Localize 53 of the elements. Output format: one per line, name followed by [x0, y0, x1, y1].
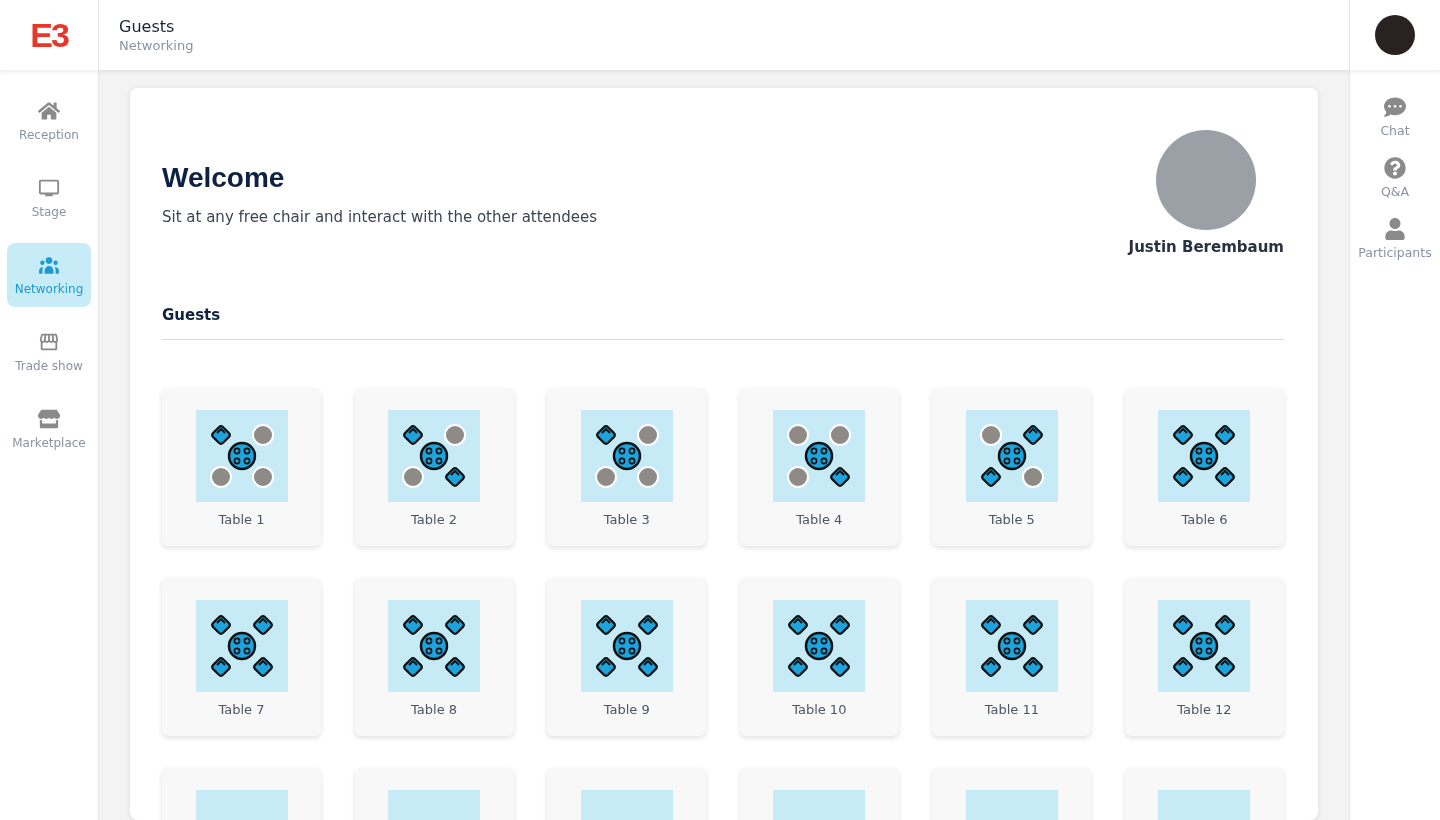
section-heading: Guests — [162, 306, 1284, 340]
page-subtitle: Networking — [119, 38, 195, 53]
table-card[interactable]: Table 5 — [932, 388, 1092, 546]
table-card[interactable]: Table 4 — [739, 388, 899, 546]
table-card[interactable]: Table 6 — [1124, 388, 1284, 546]
table-card[interactable]: Table 3 — [547, 388, 707, 546]
table-card[interactable]: Table 2 — [354, 388, 514, 546]
avatar-circle — [251, 466, 274, 488]
table-icon — [611, 631, 642, 661]
table-card[interactable]: Table 1 — [162, 388, 321, 546]
monitor-icon — [38, 177, 60, 199]
table-card[interactable]: Table 9 — [547, 578, 707, 736]
avatar-circle — [787, 466, 810, 488]
store-icon — [38, 408, 60, 430]
table-card[interactable]: Table 8 — [354, 578, 514, 736]
table-icon — [226, 441, 257, 471]
user-avatar[interactable] — [1375, 15, 1415, 55]
house-icon — [38, 100, 60, 122]
table-icon — [1189, 631, 1220, 661]
table-icon — [226, 631, 257, 661]
avatar-circle — [1021, 466, 1044, 488]
host-name: Justin Berembaum — [1128, 238, 1284, 256]
avatar-circle — [636, 424, 659, 446]
table-icon — [1189, 441, 1220, 471]
table-icon — [996, 631, 1027, 661]
avatar-circle — [636, 466, 659, 488]
avatar-circle — [444, 424, 467, 446]
people-icon — [38, 254, 60, 276]
welcome-text: Sit at any free chair and interact with the other attendees — [162, 208, 598, 226]
avatar-circle — [402, 466, 425, 488]
table-card[interactable]: Table 10 — [739, 578, 899, 736]
booth-icon — [38, 331, 60, 353]
page-title: Guests — [119, 17, 176, 36]
table-icon — [804, 441, 835, 471]
person-icon — [1384, 218, 1406, 240]
table-icon — [419, 631, 450, 661]
table-card[interactable]: Table 12 — [1124, 578, 1284, 736]
table-icon — [419, 441, 450, 471]
table-icon — [611, 441, 642, 471]
avatar-circle — [594, 466, 617, 488]
avatar-circle — [209, 466, 232, 488]
avatar-circle — [251, 424, 274, 446]
logo[interactable]: E3 — [30, 15, 68, 55]
welcome-heading: Welcome — [162, 162, 286, 194]
table-icon — [804, 631, 835, 661]
table-card[interactable]: Table 11 — [932, 578, 1092, 736]
avatar-circle — [829, 424, 852, 446]
table-card[interactable]: Table 7 — [162, 578, 321, 736]
avatar-circle — [787, 424, 810, 446]
avatar-circle — [979, 424, 1002, 446]
chat-icon — [1384, 96, 1406, 118]
table-icon — [996, 441, 1027, 471]
help-icon — [1384, 157, 1406, 179]
